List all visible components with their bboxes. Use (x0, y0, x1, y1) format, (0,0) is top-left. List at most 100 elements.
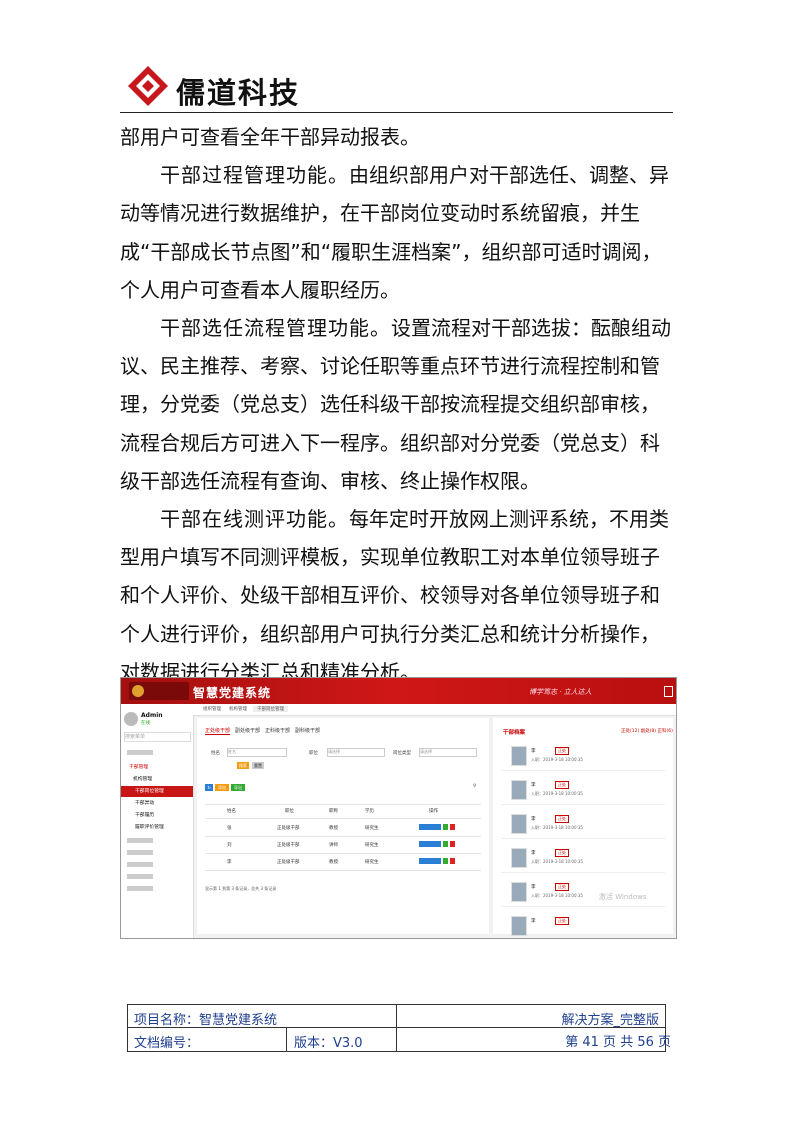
add-button[interactable]: 添加 (215, 784, 229, 791)
search-button[interactable]: 搜索 (237, 762, 249, 769)
card-date: 入职：2019-3-18 10:00:35 (531, 859, 583, 864)
edit-icon[interactable] (443, 841, 448, 847)
app-title: 智慧党建系统 (193, 686, 272, 700)
col-title: 职称 (329, 809, 338, 814)
card-date: 入职：2019-3-18 10:00:35 (531, 893, 583, 898)
sidebar-item-cadre[interactable]: 干部管理 (121, 762, 193, 773)
list-item[interactable]: 李 正处 入职：2019-3-18 10:00:35 (501, 844, 665, 873)
user-status: 在线 (141, 721, 150, 726)
export-button[interactable]: 导出 (231, 784, 245, 791)
subtab-1[interactable]: 正处级干部 (205, 727, 231, 735)
list-item[interactable]: 李 正处 入职：2019-3-18 10:00:35 (501, 776, 665, 805)
table-divider (205, 818, 481, 819)
paragraph-1: 部用户可查看全年干部异动报表。 (120, 125, 420, 149)
cell-name: 刘 (227, 843, 232, 848)
card-date: 入职：2019-3-18 10:00:35 (531, 791, 583, 796)
photo (511, 814, 527, 834)
edit-icon[interactable] (443, 824, 448, 830)
page-header: 儒道科技 (120, 60, 673, 116)
list-item[interactable]: 李 正处 入职：2019-3-18 10:00:35 (501, 810, 665, 839)
list-item[interactable]: 李 正处 (501, 912, 665, 938)
name-input[interactable]: 姓名 (227, 748, 287, 757)
footer-page: 第 41 页 共 56 页 (565, 1035, 671, 1050)
subtab-2[interactable]: 副处级干部 (235, 727, 260, 734)
type-select[interactable]: 请选择 (419, 748, 477, 757)
cell-post: 正处级干部 (277, 860, 300, 865)
search-icon[interactable]: ⚲ (473, 784, 476, 789)
archive-button[interactable] (419, 841, 441, 847)
cell-post: 正处级干部 (277, 843, 300, 848)
paragraph-3: 干部选任流程管理功能。设置流程对干部选拔：酝酿组动议、民主推荐、考察、讨论任职等… (120, 309, 676, 500)
col-post: 职位 (285, 809, 294, 814)
sidebar-item-eval[interactable]: 履职评价管理 (121, 822, 193, 833)
table-divider (205, 853, 481, 854)
edit-icon[interactable] (443, 858, 448, 864)
app-motto: 博学笃志 · 立人达人 (529, 688, 592, 696)
sidebar-item-org[interactable]: 机构管理 (121, 774, 193, 785)
footer-doc-type: 解决方案_完整版 (561, 1013, 659, 1028)
sidebar-item-resume[interactable]: 干部履历 (121, 810, 193, 821)
cell-edu: 研究生 (365, 860, 379, 865)
card-name: 李 (531, 783, 536, 788)
photo (511, 746, 527, 766)
os-watermark: 激活 Windows (599, 893, 647, 901)
delete-icon[interactable] (450, 858, 455, 864)
blurred-item (127, 750, 153, 755)
paragraph-2-title: 干部过程管理功能。 (160, 163, 349, 188)
cell-name: 张 (227, 826, 232, 831)
card-date: 入职：2019-3-18 10:00:35 (531, 757, 583, 762)
photo (511, 916, 527, 936)
footer-version: 版本：V3.0 (294, 1036, 363, 1051)
cell-title: 教授 (329, 826, 338, 831)
tab-inst[interactable]: 机构管理 (229, 706, 247, 712)
card-tag: 正处 (555, 815, 569, 823)
sidebar-search[interactable]: 搜索菜单 (124, 732, 191, 742)
tab-org[interactable]: 组织管理 (203, 706, 221, 712)
footer-project: 项目名称：智慧党建系统 (134, 1013, 278, 1028)
post-select[interactable]: 请选择 (327, 748, 385, 757)
card-name: 李 (531, 817, 536, 822)
table-divider (205, 804, 481, 805)
cell-edu: 研究生 (365, 843, 379, 848)
emblem-icon (132, 685, 144, 697)
app-sidebar: Admin 在线 搜索菜单 干部管理 机构管理 干部岗位管理 干部异动 干部履历… (121, 704, 194, 938)
table-divider (205, 836, 481, 837)
delete-icon[interactable] (450, 824, 455, 830)
footer-doc-no: 文档编号： (134, 1036, 200, 1051)
sidebar-item-post[interactable]: 干部岗位管理 (121, 786, 193, 797)
paragraph-4-title: 干部在线测评功能。 (160, 507, 349, 532)
blurred-item (127, 874, 153, 879)
avatar (124, 712, 138, 726)
paragraph-3-title: 干部选任流程管理功能。 (160, 316, 391, 341)
tab-post[interactable]: 干部岗位管理 (253, 706, 288, 712)
blurred-item (127, 862, 153, 867)
subtab-4[interactable]: 副科级干部 (295, 727, 320, 734)
col-op: 操作 (429, 809, 438, 814)
exit-icon[interactable] (664, 686, 673, 697)
refresh-button[interactable]: ↻ (205, 784, 213, 791)
table-divider (205, 870, 481, 871)
right-links[interactable]: 正处(12) 副处(8) 正科(6) (621, 728, 673, 734)
photo (511, 848, 527, 868)
card-date: 入职：2019-3-18 10:00:35 (531, 825, 583, 830)
type-label: 岗位类型 (393, 751, 411, 756)
paragraph-4: 干部在线测评功能。每年定时开放网上测评系统，不用类型用户填写不同测评模板，实现单… (120, 500, 676, 691)
delete-icon[interactable] (450, 841, 455, 847)
archive-button[interactable] (419, 858, 441, 864)
photo (511, 780, 527, 800)
card-tag: 正处 (555, 883, 569, 891)
main-panel: 正处级干部 副处级干部 正科级干部 副科级干部 姓名 姓名 职位 请选择 岗位类… (197, 718, 489, 934)
cell-name: 李 (227, 860, 232, 865)
system-screenshot: 智慧党建系统 博学笃志 · 立人达人 Admin 在线 搜索菜单 干部管理 机构… (120, 677, 677, 939)
list-item[interactable]: 李 正处 入职：2019-3-18 10:00:35 (501, 742, 665, 771)
paragraph-3-text: 设置流程对干部选拔：酝酿组动议、民主推荐、考察、讨论任职等重点环节进行流程控制和… (120, 316, 671, 493)
card-name: 李 (531, 885, 536, 890)
card-tag: 正处 (555, 849, 569, 857)
user-name: Admin (141, 712, 163, 719)
reset-button[interactable]: 重置 (252, 762, 264, 769)
archive-button[interactable] (419, 824, 441, 830)
photo (511, 882, 527, 902)
subtab-3[interactable]: 正科级干部 (265, 727, 290, 734)
footer-table: 项目名称：智慧党建系统 解决方案_完整版 文档编号： 版本：V3.0 第 41 … (127, 1004, 671, 1052)
sidebar-item-change[interactable]: 干部异动 (121, 798, 193, 809)
